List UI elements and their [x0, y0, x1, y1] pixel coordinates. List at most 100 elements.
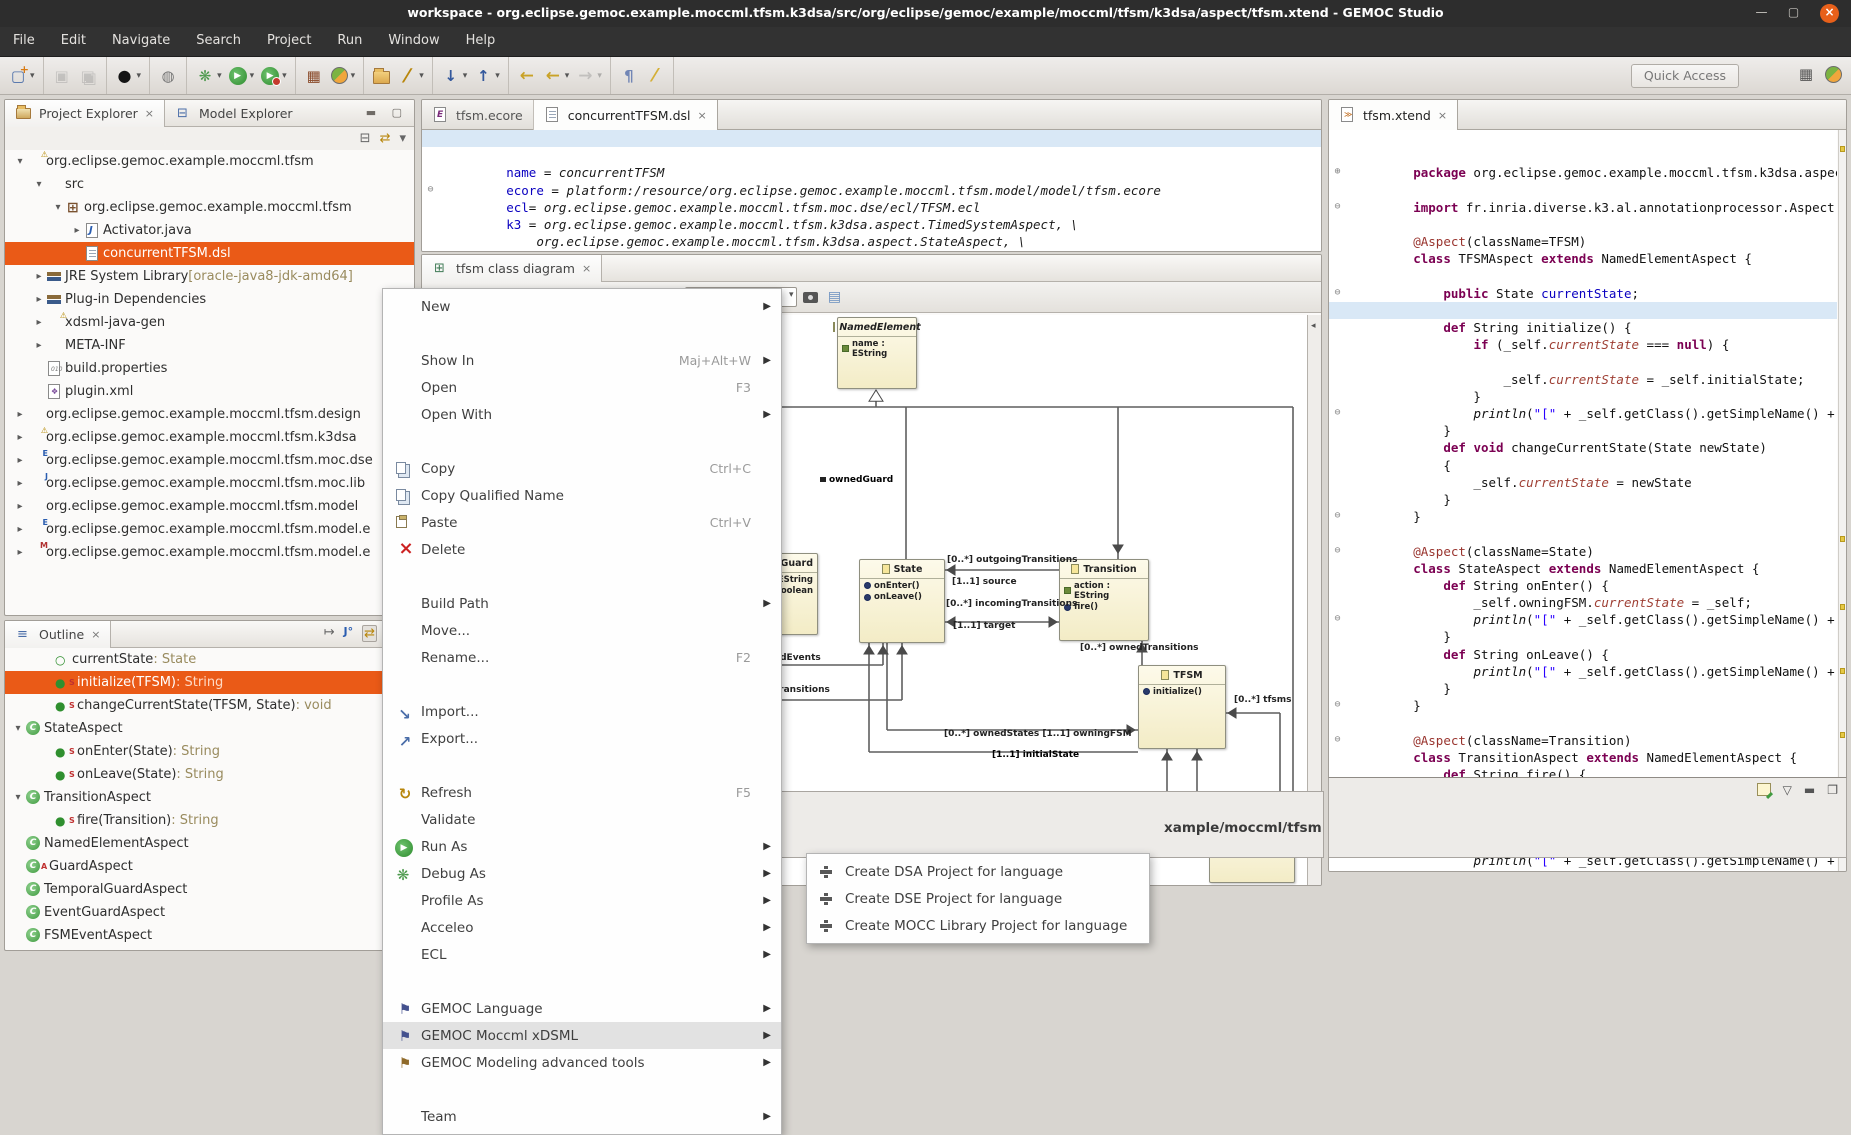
- view-tab[interactable]: Project Explorer ×: [5, 100, 165, 127]
- context-menu-item[interactable]: ECL ▶: [383, 941, 781, 968]
- chevron-down-icon[interactable]: ▾: [217, 71, 222, 81]
- toolbar-button[interactable]: ▾: [395, 64, 426, 88]
- tree-item[interactable]: Plug-in Dependencies: [5, 288, 414, 311]
- context-menu-item[interactable]: Refresh F5: [383, 779, 781, 806]
- expand-arrow[interactable]: [32, 340, 46, 351]
- fold-marker[interactable]: [1332, 356, 1343, 367]
- fold-marker[interactable]: [1332, 219, 1343, 230]
- expand-arrow[interactable]: [32, 179, 46, 190]
- fold-marker[interactable]: [1332, 546, 1343, 557]
- editor-tab[interactable]: concurrentTFSM.dsl ×: [534, 100, 718, 130]
- chevron-down-icon[interactable]: ▾: [250, 71, 255, 81]
- close-icon[interactable]: ×: [1438, 109, 1447, 122]
- fold-marker[interactable]: [425, 185, 436, 196]
- tree-item[interactable]: src: [5, 173, 414, 196]
- expand-arrow[interactable]: [70, 225, 84, 236]
- outline-item[interactable]: S onLeave(State) : String: [5, 763, 414, 786]
- tree-item[interactable]: org.eclipse.gemoc.example.moccml.tfsm.de…: [5, 403, 414, 426]
- context-menu-item[interactable]: Run As ▶: [383, 833, 781, 860]
- expand-arrow[interactable]: [32, 317, 46, 328]
- fold-marker[interactable]: [1332, 133, 1343, 144]
- context-menu-item[interactable]: Move...: [383, 617, 781, 644]
- close-icon[interactable]: ×: [582, 262, 591, 275]
- expand-arrow[interactable]: [11, 723, 25, 734]
- fold-marker[interactable]: [1332, 752, 1343, 763]
- context-menu-item[interactable]: Show In Maj+Alt+W ▶: [383, 347, 781, 374]
- submenu-item[interactable]: Create DSA Project for language: [807, 858, 1149, 885]
- menu-item[interactable]: Project: [254, 27, 324, 57]
- outline-item[interactable]: StateAspect: [5, 717, 414, 740]
- context-menu-item[interactable]: Paste Ctrl+V: [383, 509, 781, 536]
- context-menu-item[interactable]: Debug As ▶: [383, 860, 781, 887]
- fold-marker[interactable]: [1332, 735, 1343, 746]
- link-with-editor-icon[interactable]: ↦: [324, 625, 335, 642]
- expand-arrow[interactable]: [13, 547, 27, 558]
- uml-class-box[interactable]: TFSM initialize(): [1138, 665, 1226, 749]
- tree-item[interactable]: plugin.xml: [5, 380, 414, 403]
- expand-arrow[interactable]: [13, 432, 27, 443]
- panel-min-max[interactable]: ▬ ▢: [366, 106, 408, 119]
- fold-marker[interactable]: [1332, 614, 1343, 625]
- context-menu-item[interactable]: Copy Qualified Name: [383, 482, 781, 509]
- editor-tab[interactable]: tfsm.ecore: [422, 100, 534, 130]
- perspective-icon[interactable]: [1825, 66, 1842, 83]
- fold-marker[interactable]: [1332, 271, 1343, 282]
- uml-attribute[interactable]: action : EString: [1060, 579, 1148, 601]
- context-menu-item[interactable]: [383, 1076, 781, 1103]
- chevron-down-icon[interactable]: ▾: [463, 71, 468, 81]
- fold-marker[interactable]: [1332, 649, 1343, 660]
- fold-marker[interactable]: [425, 133, 436, 144]
- context-menu-item[interactable]: Build Path ▶: [383, 590, 781, 617]
- expand-arrow[interactable]: [13, 156, 27, 167]
- tree-item[interactable]: org.eclipse.gemoc.example.moccml.tfsm: [5, 196, 414, 219]
- fold-marker[interactable]: [1332, 460, 1343, 471]
- menu-item[interactable]: File: [0, 27, 48, 57]
- fold-marker[interactable]: [1332, 631, 1343, 642]
- snapshot-icon[interactable]: [803, 292, 818, 303]
- context-menu-item[interactable]: Team ▶: [383, 1103, 781, 1130]
- overview-ruler[interactable]: [1838, 130, 1846, 871]
- context-menu-item[interactable]: Validate: [383, 806, 781, 833]
- outline-item[interactable]: S fire(Transition) : String: [5, 809, 414, 832]
- tree-item[interactable]: JRE System Library [oracle-java8-jdk-amd…: [5, 265, 414, 288]
- maximize-button[interactable]: ▢: [1784, 4, 1803, 23]
- context-menu-item[interactable]: Acceleo ▶: [383, 914, 781, 941]
- fold-marker[interactable]: [1332, 717, 1343, 728]
- context-menu-item[interactable]: [383, 752, 781, 779]
- outline-item[interactable]: TemporalGuardAspect: [5, 878, 414, 901]
- perspective-icon[interactable]: [1796, 64, 1816, 84]
- context-menu-item[interactable]: Export...: [383, 725, 781, 752]
- tree-item[interactable]: org.eclipse.gemoc.example.moccml.tfsm: [5, 150, 414, 173]
- menu-item[interactable]: Search: [183, 27, 254, 57]
- context-menu-item[interactable]: Open With ▶: [383, 401, 781, 428]
- outline-item[interactable]: currentState : State: [5, 648, 414, 671]
- fold-marker[interactable]: [1332, 202, 1343, 213]
- context-menu-item[interactable]: [383, 671, 781, 698]
- outline-item[interactable]: A GuardAspect: [5, 855, 414, 878]
- toolbar-button[interactable]: ▾: [573, 64, 604, 88]
- toolbar-button[interactable]: [302, 64, 326, 88]
- expand-arrow[interactable]: [13, 409, 27, 420]
- view-menu-icon[interactable]: ▽: [1783, 783, 1792, 797]
- context-menu-item[interactable]: [383, 563, 781, 590]
- fold-marker[interactable]: [1332, 477, 1343, 488]
- expand-arrow[interactable]: [13, 478, 27, 489]
- context-menu-item[interactable]: Profile As ▶: [383, 887, 781, 914]
- fold-marker[interactable]: [1332, 288, 1343, 299]
- expand-arrow[interactable]: [51, 202, 65, 213]
- layers-icon[interactable]: [824, 287, 844, 307]
- toolbar-button[interactable]: [643, 64, 667, 88]
- context-menu-item[interactable]: Import...: [383, 698, 781, 725]
- menu-item[interactable]: Edit: [48, 27, 99, 57]
- outline-item[interactable]: S changeCurrentState(TFSM, State) : void: [5, 694, 414, 717]
- menu-item[interactable]: Help: [453, 27, 509, 57]
- expand-arrow[interactable]: [13, 501, 27, 512]
- context-menu-item[interactable]: [383, 428, 781, 455]
- fold-marker[interactable]: [1332, 683, 1343, 694]
- fold-marker[interactable]: [1332, 494, 1343, 505]
- context-menu-item[interactable]: [383, 968, 781, 995]
- expand-arrow[interactable]: [32, 271, 46, 282]
- fold-marker[interactable]: [1332, 236, 1343, 247]
- xtend-code-area[interactable]: package org.eclipse.gemoc.example.moccml…: [1329, 130, 1837, 871]
- tree-item[interactable]: META-INF: [5, 334, 414, 357]
